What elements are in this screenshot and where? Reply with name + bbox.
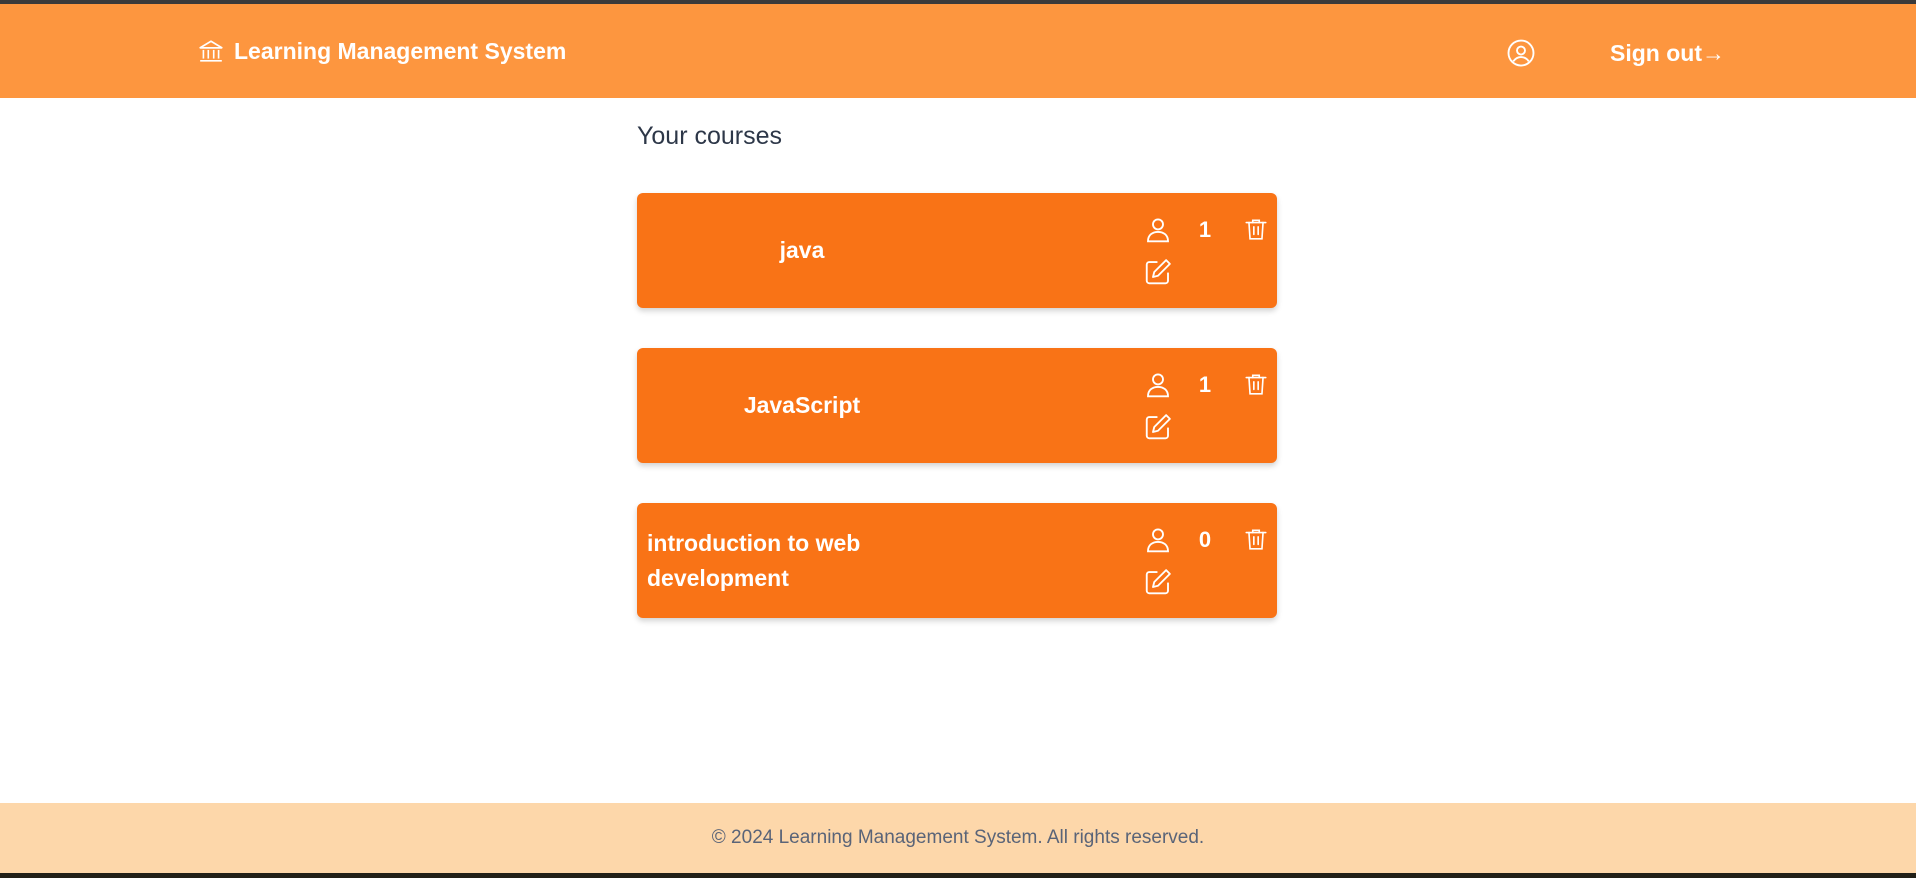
trash-icon[interactable] <box>1243 370 1269 398</box>
edit-icon[interactable] <box>1143 257 1173 287</box>
enrolled-count: 1 <box>1198 217 1212 242</box>
window-bottom-border <box>0 873 1916 878</box>
edit-icon[interactable] <box>1143 412 1173 442</box>
app-title: Learning Management System <box>234 37 567 64</box>
footer: © 2024 Learning Management System. All r… <box>0 803 1916 873</box>
user-icon <box>1143 370 1173 400</box>
course-title[interactable]: introduction to web development <box>637 503 967 618</box>
page-title: Your courses <box>637 122 782 150</box>
brand[interactable]: Learning Management System <box>198 34 566 68</box>
course-card[interactable]: JavaScript 1 <box>637 348 1277 463</box>
profile-button[interactable] <box>1506 38 1536 68</box>
top-navbar: Learning Management System Sign out→ <box>0 4 1916 98</box>
course-card[interactable]: introduction to web development 0 <box>637 503 1277 618</box>
user-icon <box>1143 215 1173 245</box>
copyright-text: © 2024 Learning Management System. All r… <box>711 827 1205 848</box>
enrolled-count: 1 <box>1198 372 1212 397</box>
course-title[interactable]: JavaScript <box>637 348 967 463</box>
course-title[interactable]: java <box>637 193 967 308</box>
user-icon <box>1143 525 1173 555</box>
sign-out-link[interactable]: Sign out→ <box>1610 40 1725 67</box>
user-circle-icon <box>1506 39 1536 72</box>
bank-building-icon <box>198 38 224 64</box>
course-list: java 1 JavaScript 1 introduction to web … <box>637 193 1277 658</box>
trash-icon[interactable] <box>1243 525 1269 553</box>
edit-icon[interactable] <box>1143 567 1173 597</box>
enrolled-count: 0 <box>1198 527 1212 552</box>
trash-icon[interactable] <box>1243 215 1269 243</box>
course-card[interactable]: java 1 <box>637 193 1277 308</box>
